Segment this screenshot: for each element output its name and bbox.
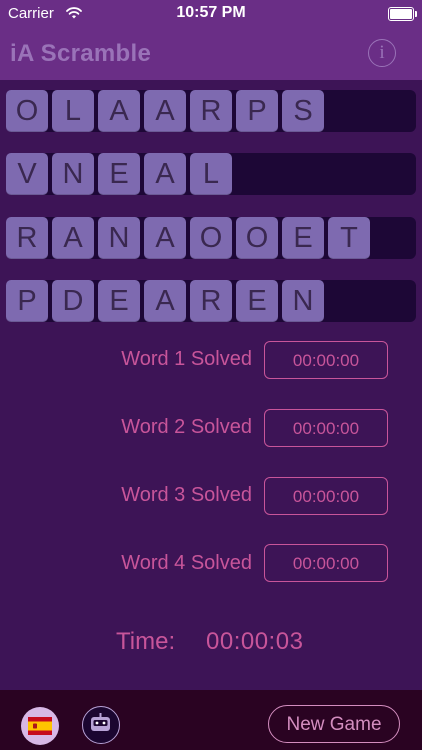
letter-tile[interactable]: R <box>6 217 48 259</box>
info-icon[interactable]: i <box>368 39 396 67</box>
app-title: iA Scramble <box>10 40 152 67</box>
letter-tile[interactable]: T <box>328 217 370 259</box>
word-3-solved-label: Word 3 Solved <box>121 484 252 506</box>
letter-tile[interactable]: E <box>236 280 278 322</box>
word-1-solved-time: 00:00:00 <box>264 341 388 379</box>
nav-bar: iA Scramble i <box>0 28 422 80</box>
letter-tile[interactable]: A <box>144 280 186 322</box>
letter-tile[interactable]: R <box>190 280 232 322</box>
word-row-4: P D E A R E N <box>6 280 416 322</box>
word-row-1: O L A A R P S <box>6 90 416 132</box>
letter-tile[interactable]: E <box>98 153 140 195</box>
word-4-solved-label: Word 4 Solved <box>121 552 252 574</box>
letter-tile[interactable]: O <box>6 90 48 132</box>
tile-group: V N E A L <box>6 153 236 195</box>
game-area: O L A A R P S V N E A L R A N A O O E T <box>0 80 422 690</box>
time-label: Time: <box>116 628 176 655</box>
letter-tile[interactable]: E <box>98 280 140 322</box>
bottom-toolbar: New Game <box>0 690 422 750</box>
letter-tile[interactable]: A <box>144 217 186 259</box>
letter-tile[interactable]: A <box>144 153 186 195</box>
letter-tile[interactable]: A <box>98 90 140 132</box>
letter-tile[interactable]: N <box>282 280 324 322</box>
letter-tile[interactable]: E <box>282 217 324 259</box>
letter-tile[interactable]: A <box>52 217 94 259</box>
letter-tile[interactable]: O <box>236 217 278 259</box>
tile-group: O L A A R P S <box>6 90 328 132</box>
letter-tile[interactable]: L <box>190 153 232 195</box>
status-bar: Carrier 10:57 PM <box>0 0 422 28</box>
letter-tile[interactable]: N <box>98 217 140 259</box>
letter-tile[interactable]: L <box>52 90 94 132</box>
letter-tile[interactable]: V <box>6 153 48 195</box>
word-2-solved-time: 00:00:00 <box>264 409 388 447</box>
time-value: 00:00:03 <box>206 628 304 655</box>
battery-icon <box>388 7 417 21</box>
word-3-solved-time: 00:00:00 <box>264 477 388 515</box>
word-4-solved-time: 00:00:00 <box>264 544 388 582</box>
robot-icon[interactable] <box>82 706 120 744</box>
word-1-solved-label: Word 1 Solved <box>121 348 252 370</box>
word-row-3: R A N A O O E T <box>6 217 416 259</box>
letter-tile[interactable]: S <box>282 90 324 132</box>
word-row-2: V N E A L <box>6 153 416 195</box>
letter-tile[interactable]: P <box>236 90 278 132</box>
new-game-button[interactable]: New Game <box>268 705 400 743</box>
word-2-solved-label: Word 2 Solved <box>121 416 252 438</box>
letter-tile[interactable]: O <box>190 217 232 259</box>
letter-tile[interactable]: A <box>144 90 186 132</box>
letter-tile[interactable]: P <box>6 280 48 322</box>
tile-group: P D E A R E N <box>6 280 328 322</box>
letter-tile[interactable]: D <box>52 280 94 322</box>
spain-flag-icon[interactable] <box>21 707 59 745</box>
elapsed-time: Time: 00:00:03 <box>0 628 422 658</box>
clock: 10:57 PM <box>176 4 246 21</box>
letter-tile[interactable]: N <box>52 153 94 195</box>
tile-group: R A N A O O E T <box>6 217 374 259</box>
letter-tile[interactable]: R <box>190 90 232 132</box>
